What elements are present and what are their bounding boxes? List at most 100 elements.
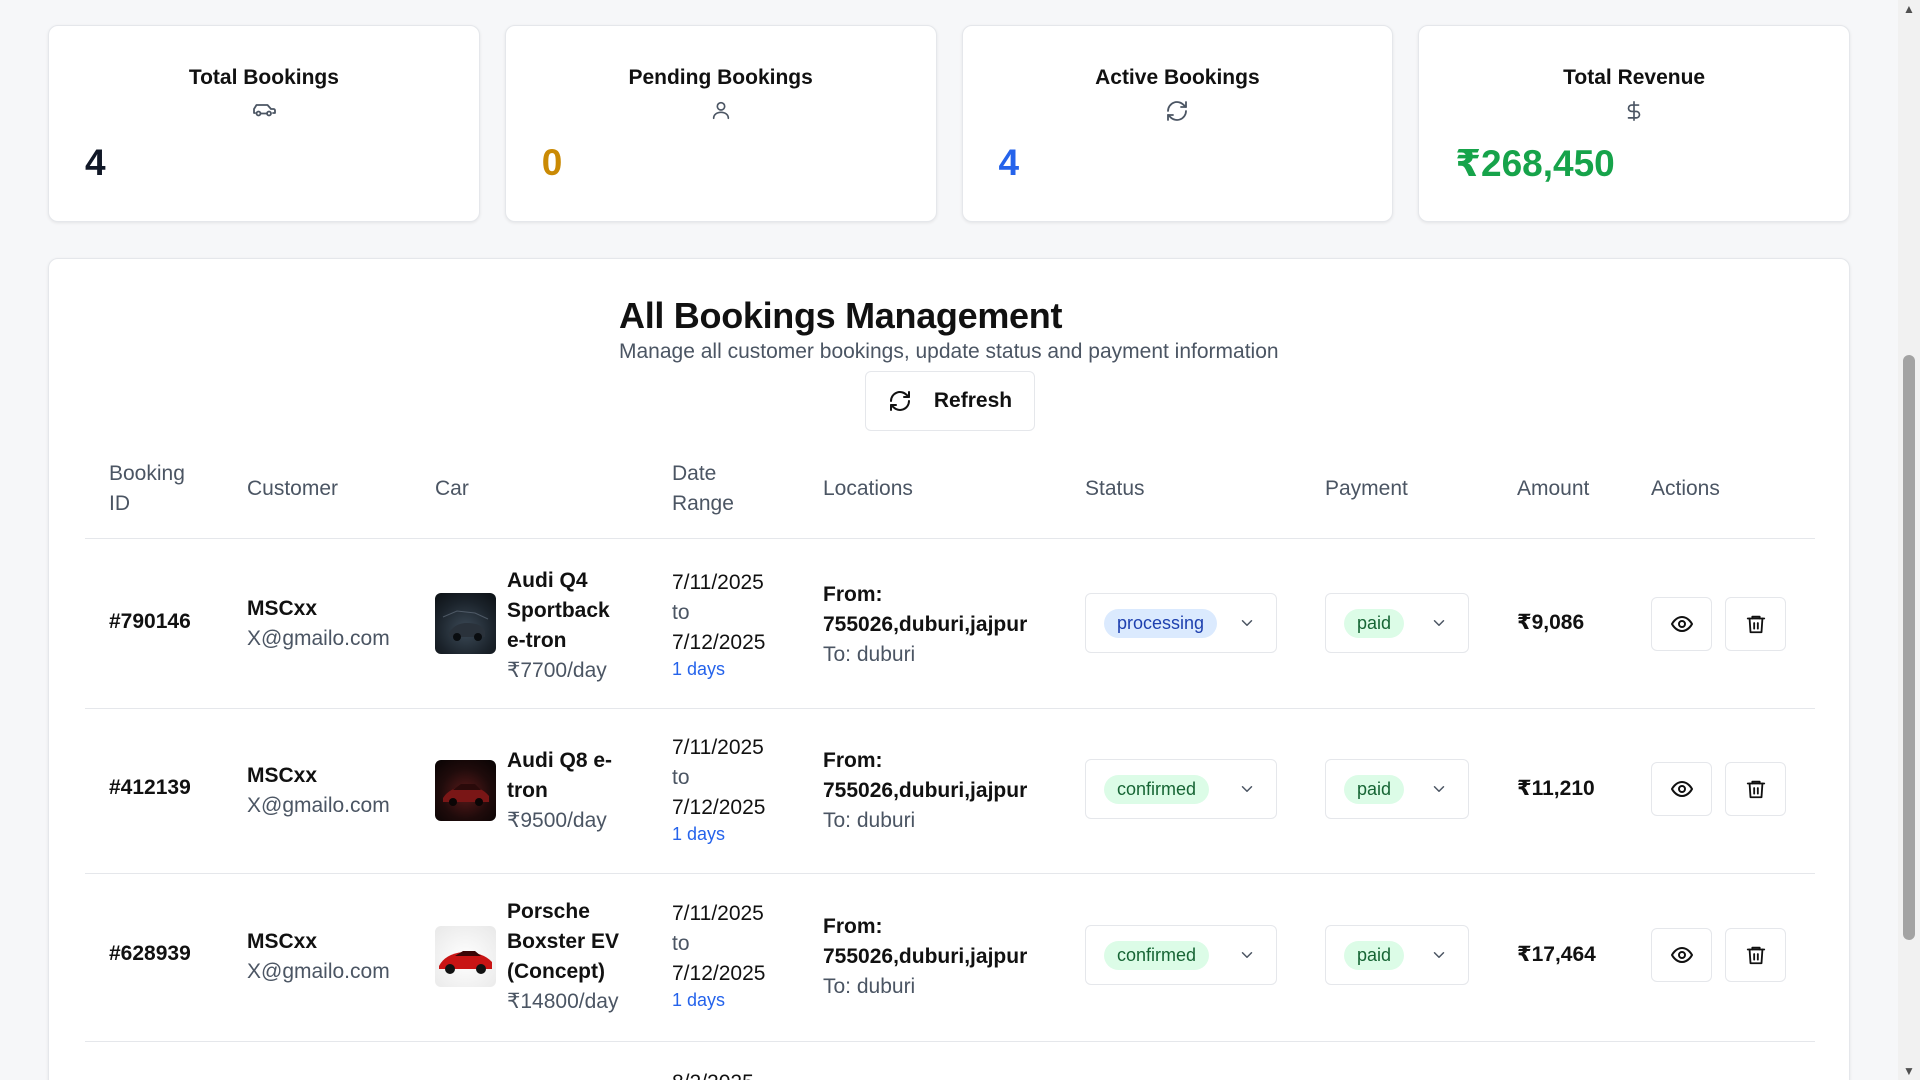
delete-button[interactable] [1725,762,1786,816]
date-from: 7/11/2025 [672,736,764,759]
header-actions: Actions [1651,477,1720,500]
car-name: Porsche Boxster EV (Concept) [507,900,620,983]
date-from: 8/2/2025 [672,1068,754,1080]
customer-cell: MSCxx X@gmailo.com [247,761,390,821]
customer-cell: MSCxx X@gmailo.com [247,927,390,987]
car-cell: Audi Q8 e-tron ₹9500/day [507,746,627,836]
trash-icon [1745,943,1767,967]
delete-button[interactable] [1725,928,1786,982]
delete-button[interactable] [1725,597,1786,651]
stat-value: ₹268,450 [1455,143,1615,184]
dropoff-location: To: duburi [823,643,916,666]
status-select[interactable]: processing [1085,593,1277,653]
car-cell: Audi Q4 Sportback e-tron ₹7700/day [507,566,627,686]
bookings-panel: All Bookings Management Manage all custo… [48,258,1850,1080]
stat-card-total-bookings: Total Bookings 4 [48,25,480,222]
amount: ₹9,086 [1517,611,1585,634]
table-row: #790146 MSCxx X@gmailo.com Audi Q4 Sport… [85,539,1815,709]
scroll-down-arrow-icon[interactable]: ▼ [1898,1062,1920,1080]
scroll-up-arrow-icon[interactable]: ▲ [1898,0,1920,18]
header-car: Car [435,477,469,500]
refresh-button[interactable]: Refresh [865,371,1035,431]
locations-cell: From: 755026,duburi,jajpur To: duburi [823,580,1027,670]
stats-row: Total Bookings 4 Pending Bookings 0 Acti… [48,25,1850,222]
status-select[interactable]: confirmed [1085,759,1277,819]
date-from: 7/11/2025 [672,571,764,594]
stat-card-total-revenue: Total Revenue ₹268,450 [1418,25,1850,222]
payment-select[interactable]: paid [1325,925,1469,985]
car-price: ₹9500/day [507,809,607,832]
trash-icon [1745,612,1767,636]
amount: ₹17,464 [1517,943,1596,966]
panel-header: All Bookings Management Manage all custo… [619,295,1279,364]
header-status: Status [1085,477,1145,500]
header-amount: Amount [1517,477,1590,500]
car-price: ₹14800/day [507,990,619,1013]
page-subtitle: Manage all customer bookings, update sta… [619,340,1279,363]
refresh-icon [963,99,1393,123]
dropoff-location: To: duburi [823,809,916,832]
customer-email: X@gmailo.com [247,794,390,817]
user-icon [506,99,936,121]
pickup-location: 755026,duburi,jajpur [823,945,1028,968]
header-customer: Customer [247,477,339,500]
refresh-icon [888,389,912,413]
payment-select[interactable]: paid [1325,759,1469,819]
bookings-table: Booking ID Customer Car Date Range Locat… [85,459,1815,1080]
customer-name: MSCxx [247,597,318,620]
date-to-word: to [672,601,690,624]
view-button[interactable] [1651,928,1712,982]
stat-value: 4 [85,142,106,183]
page-title: All Bookings Management [619,295,1063,336]
payment-badge: paid [1344,940,1405,970]
pickup-location: 755026,duburi,jajpur [823,779,1028,802]
view-button[interactable] [1651,597,1712,651]
car-name: Audi Q4 Sportback e-tron [507,569,610,652]
eye-icon [1670,777,1694,801]
booking-id: #412139 [109,776,191,799]
chevron-down-icon [1238,780,1256,798]
refresh-label: Refresh [933,389,1013,412]
date-range-cell: 7/11/2025 to 7/12/2025 1 days [672,733,765,845]
header-locations: Locations [823,477,913,500]
scrollbar-thumb[interactable] [1903,355,1915,940]
page: Total Bookings 4 Pending Bookings 0 Acti… [0,0,1898,1080]
dollar-icon [1419,99,1849,123]
amount: ₹11,210 [1517,777,1595,800]
locations-cell: From: 755026,duburi,jajpur To: duburi [823,746,1027,836]
stat-value: 4 [998,142,1020,183]
date-to: 7/12/2025 [672,796,766,819]
pickup-label: From: [823,583,883,606]
table-row: #628939 MSCxx X@gmailo.com Porsche Boxst… [85,874,1815,1042]
status-select[interactable]: confirmed [1085,925,1277,985]
stat-card-active-bookings: Active Bookings 4 [961,25,1394,222]
header-payment: Payment [1325,477,1408,500]
date-to-word: to [672,932,690,955]
duration-days: 1 days [672,824,726,844]
car-name: Audi Q8 e-tron [507,749,613,802]
date-to: 7/12/2025 [672,631,766,654]
date-range-cell: 7/11/2025 to 7/12/2025 1 days [672,899,765,1011]
view-button[interactable] [1651,762,1712,816]
stat-title: Active Bookings [1095,66,1260,89]
pickup-label: From: [823,915,883,938]
chevron-down-icon [1430,614,1448,632]
eye-icon [1670,943,1694,967]
scrollbar[interactable]: ▲ ▼ [1898,0,1920,1080]
stat-title: Total Revenue [1563,66,1706,89]
car-image [435,760,496,821]
date-to-word: to [672,766,690,789]
chevron-down-icon [1430,780,1448,798]
header-date-range: Date Range [672,462,734,515]
trash-icon [1745,777,1767,801]
car-image [435,593,496,654]
payment-badge: paid [1344,608,1405,638]
payment-select[interactable]: paid [1325,593,1469,653]
table-header: Booking ID Customer Car Date Range Locat… [85,459,1815,539]
customer-cell: MSCxx X@gmailo.com [247,594,390,654]
stat-title: Pending Bookings [628,66,813,89]
table-row: 8/2/2025 [85,1042,1815,1080]
stat-value: 0 [541,142,563,183]
status-badge: confirmed [1104,940,1210,970]
customer-email: X@gmailo.com [247,627,390,650]
